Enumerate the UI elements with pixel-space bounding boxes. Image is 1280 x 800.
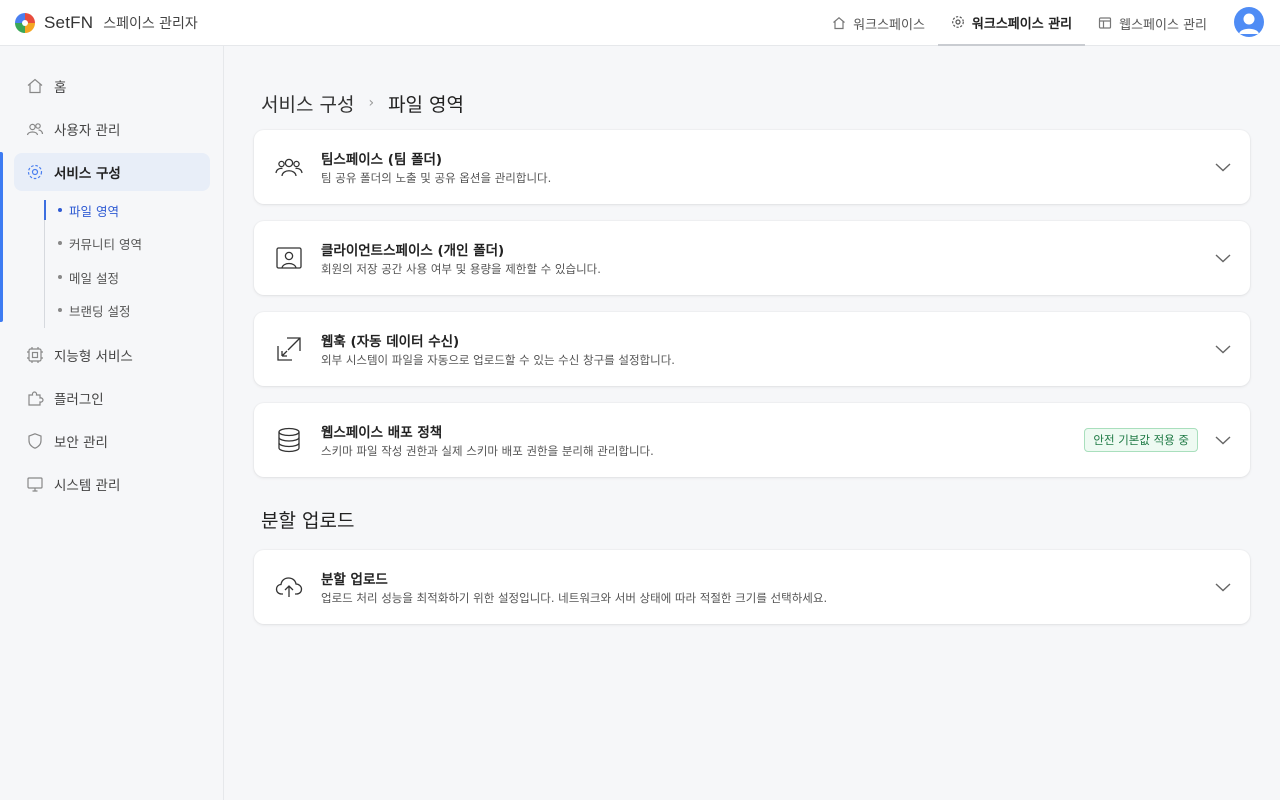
card-chunked-upload[interactable]: 분할 업로드 업로드 처리 성능을 최적화하기 위한 설정입니다. 네트워크와 … (254, 550, 1250, 624)
card-webhook[interactable]: 웹훅 (자동 데이터 수신) 외부 시스템이 파일을 자동으로 업로드할 수 있… (254, 312, 1250, 386)
section-title: 분할 업로드 (261, 510, 355, 532)
puzzle-icon (26, 389, 44, 407)
database-icon (274, 425, 304, 455)
chevron-down-icon[interactable] (1214, 340, 1232, 358)
sidebar-item-label: 지능형 서비스 (54, 349, 133, 365)
team-icon (274, 152, 304, 182)
sidebar-item-intelligent-service[interactable]: 지능형 서비스 (14, 336, 210, 374)
bullet-icon (58, 308, 62, 312)
shield-icon (26, 432, 44, 450)
person-frame-icon (274, 243, 304, 273)
sidebar: 홈 사용자 관리 서비스 구성 파일 영역 커뮤니티 영역 메일 설정 브랜딩 … (0, 46, 224, 800)
chevron-down-icon[interactable] (1214, 578, 1232, 596)
page-title: 파일 영역 (388, 93, 465, 116)
users-icon (26, 120, 44, 138)
brand-name: SetFN (44, 13, 94, 32)
avatar[interactable] (1234, 7, 1264, 37)
topnav-label: 워크스페이스 (853, 17, 925, 33)
card-description: 팀 공유 폴더의 노출 및 공유 옵션을 관리합니다. (321, 171, 552, 185)
card-clientspace[interactable]: 클라이언트스페이스 (개인 폴더) 회원의 저장 공간 사용 여부 및 용량을 … (254, 221, 1250, 295)
card-description: 업로드 처리 성능을 최적화하기 위한 설정입니다. 네트워크와 서버 상태에 … (321, 591, 828, 605)
card-webspace-deploy-policy[interactable]: 웹스페이스 배포 정책 스키마 파일 작성 권한과 실제 스키마 배포 권한을 … (254, 403, 1250, 477)
chevron-down-icon[interactable] (1214, 158, 1232, 176)
card-title: 웹훅 (자동 데이터 수신) (321, 334, 460, 350)
active-indicator (0, 152, 3, 322)
top-bar: SetFN 스페이스 관리자 워크스페이스 워크스페이스 관리 웹스페이스 관리 (0, 0, 1280, 46)
topnav-workspace-admin[interactable]: 워크스페이스 관리 (937, 0, 1086, 46)
sidebar-subitem-branding-settings[interactable]: 브랜딩 설정 (44, 297, 204, 323)
layout-icon (1098, 16, 1112, 30)
cloud-upload-icon (274, 572, 304, 602)
sidebar-subitem-community-area[interactable]: 커뮤니티 영역 (44, 230, 204, 256)
topnav-label: 웹스페이스 관리 (1119, 17, 1207, 33)
sidebar-item-label: 서비스 구성 (54, 166, 121, 182)
home-icon (26, 77, 44, 95)
topnav-label: 워크스페이스 관리 (971, 16, 1073, 32)
breadcrumb-separator: › (368, 95, 375, 111)
sidebar-subitem-mail-settings[interactable]: 메일 설정 (44, 264, 204, 290)
sidebar-item-label: 사용자 관리 (54, 123, 121, 139)
sidebar-item-label: 보안 관리 (54, 435, 108, 451)
sidebar-item-plugins[interactable]: 플러그인 (14, 379, 210, 417)
card-description: 외부 시스템이 파일을 자동으로 업로드할 수 있는 수신 창구를 설정합니다. (321, 353, 675, 367)
bullet-icon (58, 208, 62, 212)
card-teamspace[interactable]: 팀스페이스 (팀 폴더) 팀 공유 폴더의 노출 및 공유 옵션을 관리합니다. (254, 130, 1250, 204)
webhook-arrow-icon (274, 334, 304, 364)
sidebar-item-security[interactable]: 보안 관리 (14, 422, 210, 460)
breadcrumb-parent[interactable]: 서비스 구성 (261, 90, 354, 117)
chevron-down-icon[interactable] (1214, 431, 1232, 449)
topnav-webspace-admin[interactable]: 웹스페이스 관리 (1085, 0, 1220, 46)
sidebar-subitem-file-area[interactable]: 파일 영역 (44, 200, 204, 220)
gear-icon (26, 163, 44, 181)
sidebar-subitem-label: 메일 설정 (69, 270, 119, 286)
card-title: 분할 업로드 (321, 572, 388, 588)
sidebar-subitem-label: 커뮤니티 영역 (69, 236, 142, 252)
sidebar-item-label: 플러그인 (54, 392, 104, 408)
monitor-icon (26, 475, 44, 493)
card-description: 스키마 파일 작성 권한과 실제 스키마 배포 권한을 분리해 관리합니다. (321, 444, 654, 458)
sidebar-item-service-config[interactable]: 서비스 구성 (14, 153, 210, 191)
breadcrumb: 서비스 구성 › 파일 영역 (261, 90, 464, 116)
sidebar-item-users[interactable]: 사용자 관리 (14, 110, 210, 148)
card-title: 웹스페이스 배포 정책 (321, 425, 443, 441)
sidebar-item-label: 시스템 관리 (54, 478, 121, 494)
sidebar-item-label: 홈 (54, 80, 67, 96)
status-badge: 안전 기본값 적용 중 (1084, 428, 1198, 452)
chip-icon (26, 346, 44, 364)
sidebar-item-system[interactable]: 시스템 관리 (14, 465, 210, 503)
home-icon (832, 16, 846, 30)
chevron-down-icon[interactable] (1214, 249, 1232, 267)
sidebar-item-home[interactable]: 홈 (14, 67, 210, 105)
brand[interactable]: SetFN 스페이스 관리자 (14, 10, 198, 36)
logo-icon (14, 12, 36, 34)
brand-subtitle: 스페이스 관리자 (103, 16, 198, 32)
bullet-icon (58, 241, 62, 245)
card-title: 클라이언트스페이스 (개인 폴더) (321, 243, 505, 259)
top-nav: 워크스페이스 워크스페이스 관리 웹스페이스 관리 (819, 0, 1220, 46)
card-title: 팀스페이스 (팀 폴더) (321, 152, 443, 168)
card-description: 회원의 저장 공간 사용 여부 및 용량을 제한할 수 있습니다. (321, 262, 601, 276)
sidebar-subitem-label: 브랜딩 설정 (69, 303, 131, 319)
gear-icon (951, 15, 965, 29)
topnav-workspace[interactable]: 워크스페이스 (819, 0, 938, 46)
bullet-icon (58, 275, 62, 279)
sidebar-subitem-label: 파일 영역 (69, 203, 119, 219)
